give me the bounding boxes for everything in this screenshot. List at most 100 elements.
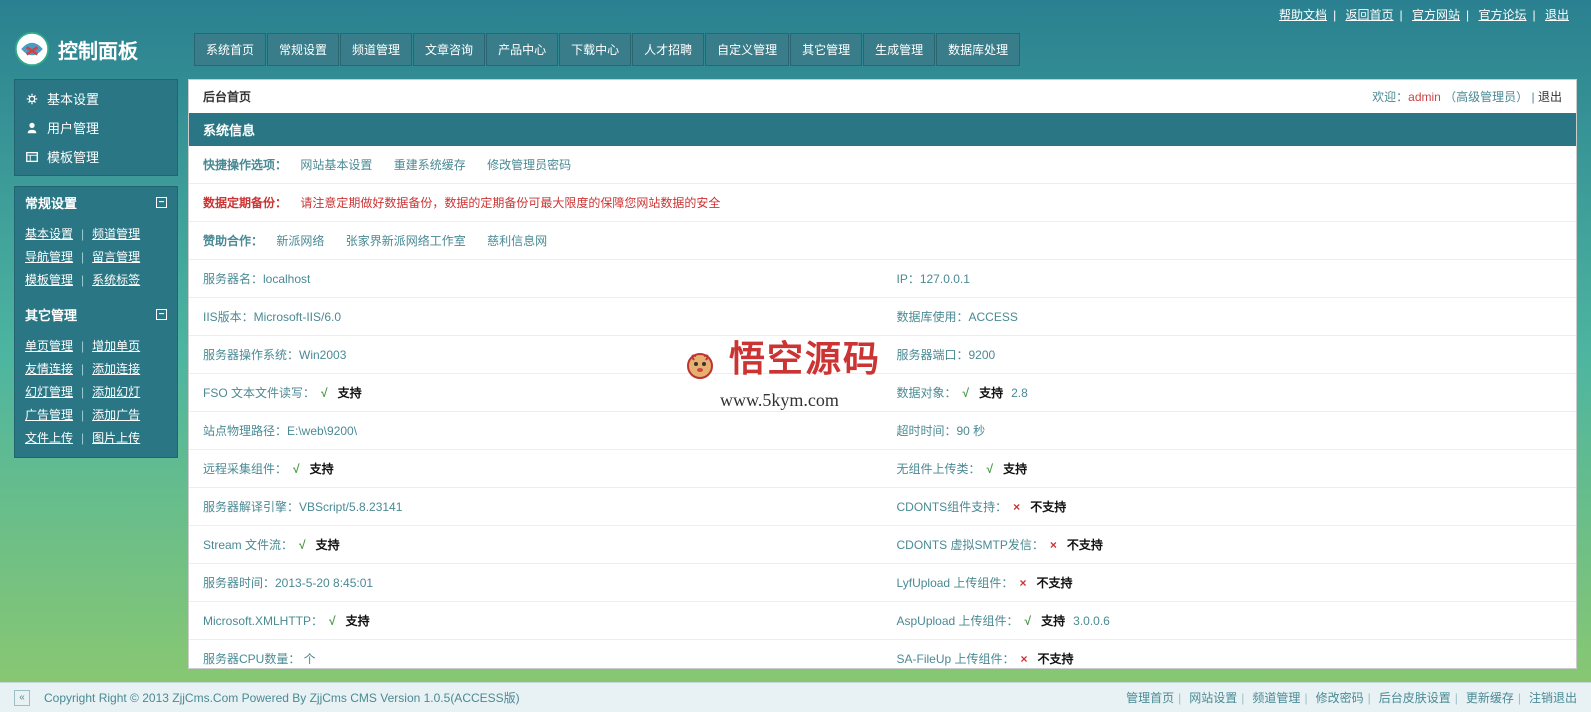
footer-link[interactable]: 频道管理 bbox=[1252, 691, 1300, 705]
sidebar-link[interactable]: 添加幻灯 bbox=[92, 383, 140, 400]
sidebar-collapse-button[interactable]: « bbox=[14, 690, 30, 706]
sidebar-link[interactable]: 增加单页 bbox=[92, 337, 140, 354]
backup-row: 数据定期备份： 请注意定期做好数据备份，数据的定期备份可最大限度的保障您网站数据… bbox=[189, 184, 1576, 222]
footer-link[interactable]: 修改密码 bbox=[1316, 691, 1364, 705]
sponsor-link[interactable]: 新派网络 bbox=[276, 234, 324, 248]
breadcrumb: 后台首页 欢迎：admin （高级管理员） | 退出 bbox=[189, 80, 1576, 113]
sidebar-link-row: 广告管理|添加广告 bbox=[25, 403, 167, 426]
sidebar-link[interactable]: 单页管理 bbox=[25, 337, 73, 354]
sysinfo-cell: 服务器名：localhost bbox=[189, 260, 883, 297]
sysinfo-row: Stream 文件流：√支持CDONTS 虚拟SMTP发信：×不支持 bbox=[189, 526, 1576, 564]
sidebar-top-item[interactable]: 基本设置 bbox=[15, 84, 177, 113]
page-title: 后台首页 bbox=[203, 88, 251, 105]
sysinfo-row: IIS版本：Microsoft-IIS/6.0数据库使用：ACCESS bbox=[189, 298, 1576, 336]
nav-tab[interactable]: 数据库处理 bbox=[936, 33, 1020, 66]
sidebar-link[interactable]: 添加广告 bbox=[92, 406, 140, 423]
footer-link[interactable]: 管理首页 bbox=[1126, 691, 1174, 705]
sidebar-link[interactable]: 友情连接 bbox=[25, 360, 73, 377]
sysinfo-cell: 数据库使用：ACCESS bbox=[883, 298, 1577, 335]
sysinfo-row: 服务器CPU数量： 个SA-FileUp 上传组件：×不支持 bbox=[189, 640, 1576, 669]
sysinfo-row: 服务器操作系统：Win2003服务器端口：9200 bbox=[189, 336, 1576, 374]
sidebar-link[interactable]: 幻灯管理 bbox=[25, 383, 73, 400]
sidebar-link[interactable]: 系统标签 bbox=[92, 271, 140, 288]
nav-tab[interactable]: 其它管理 bbox=[790, 33, 862, 66]
sidebar-link-row: 友情连接|添加连接 bbox=[25, 357, 167, 380]
collapse-icon[interactable]: − bbox=[156, 309, 167, 320]
welcome-label: 欢迎： bbox=[1372, 90, 1408, 104]
footer-links: 管理首页|网站设置|频道管理|修改密码|后台皮肤设置|更新缓存|注销退出 bbox=[1122, 689, 1577, 706]
footer-link[interactable]: 注销退出 bbox=[1529, 691, 1577, 705]
sysinfo-cell: 站点物理路径：E:\web\9200\ bbox=[189, 412, 883, 449]
nav-tabs: 系统首页常规设置频道管理文章咨询产品中心下载中心人才招聘自定义管理其它管理生成管… bbox=[194, 33, 1020, 66]
user-role: （高级管理员） bbox=[1444, 90, 1528, 104]
nav-tab[interactable]: 文章咨询 bbox=[413, 33, 485, 66]
sidebar-link[interactable]: 图片上传 bbox=[92, 429, 140, 446]
sidebar-panel-title: 常规设置 bbox=[25, 193, 77, 212]
sysinfo-row: 服务器时间：2013-5-20 8:45:01LyfUpload 上传组件：×不… bbox=[189, 564, 1576, 602]
sysinfo-row: FSO 文本文件读写：√支持数据对象：√支持2.8 bbox=[189, 374, 1576, 412]
sidebar-link[interactable]: 频道管理 bbox=[92, 225, 140, 242]
nav-tab[interactable]: 频道管理 bbox=[340, 33, 412, 66]
nav-tab[interactable]: 产品中心 bbox=[486, 33, 558, 66]
sidebar-panel-general: 常规设置 − 基本设置|频道管理导航管理|留言管理模板管理|系统标签 其它管理 … bbox=[14, 186, 178, 458]
gear-icon bbox=[25, 92, 39, 106]
collapse-icon[interactable]: − bbox=[156, 197, 167, 208]
top-link-home[interactable]: 返回首页 bbox=[1346, 8, 1394, 22]
sysinfo-cell: 服务器操作系统：Win2003 bbox=[189, 336, 883, 373]
sysinfo-cell: 数据对象：√支持2.8 bbox=[883, 374, 1577, 411]
sysinfo-cell: CDONTS 虚拟SMTP发信：×不支持 bbox=[883, 526, 1577, 563]
sidebar-link[interactable]: 留言管理 bbox=[92, 248, 140, 265]
logo: 控制面板 bbox=[14, 31, 182, 67]
sidebar-top-item[interactable]: 模板管理 bbox=[15, 142, 177, 171]
sidebar-link[interactable]: 添加连接 bbox=[92, 360, 140, 377]
logout-link[interactable]: 退出 bbox=[1538, 90, 1562, 104]
sidebar-link[interactable]: 基本设置 bbox=[25, 225, 73, 242]
sidebar-link-row: 文件上传|图片上传 bbox=[25, 426, 167, 449]
quick-op-link[interactable]: 重建系统缓存 bbox=[394, 158, 466, 172]
logo-text: 控制面板 bbox=[58, 35, 138, 64]
logo-icon bbox=[14, 31, 50, 67]
nav-tab[interactable]: 常规设置 bbox=[267, 33, 339, 66]
quick-op-link[interactable]: 网站基本设置 bbox=[300, 158, 372, 172]
tpl-icon bbox=[25, 150, 39, 164]
sidebar-link-row: 幻灯管理|添加幻灯 bbox=[25, 380, 167, 403]
quick-op-link[interactable]: 修改管理员密码 bbox=[487, 158, 571, 172]
sysinfo-cell: 服务器端口：9200 bbox=[883, 336, 1577, 373]
footer-link[interactable]: 更新缓存 bbox=[1466, 691, 1514, 705]
sidebar-link-row: 导航管理|留言管理 bbox=[25, 245, 167, 268]
sidebar-link[interactable]: 文件上传 bbox=[25, 429, 73, 446]
top-link-site[interactable]: 官方网站 bbox=[1412, 8, 1460, 22]
sysinfo-cell: 服务器解译引擎：VBScript/5.8.23141 bbox=[189, 488, 883, 525]
sidebar-top-item[interactable]: 用户管理 bbox=[15, 113, 177, 142]
nav-tab[interactable]: 生成管理 bbox=[863, 33, 935, 66]
sponsor-link[interactable]: 张家界新派网络工作室 bbox=[346, 234, 466, 248]
sysinfo-cell: SA-FileUp 上传组件：×不支持 bbox=[883, 640, 1577, 669]
user-icon bbox=[25, 121, 39, 135]
footer-link[interactable]: 后台皮肤设置 bbox=[1379, 691, 1451, 705]
footer: « Copyright Right © 2013 ZjjCms.Com Powe… bbox=[0, 682, 1591, 712]
nav-tab[interactable]: 系统首页 bbox=[194, 33, 266, 66]
sidebar-link[interactable]: 导航管理 bbox=[25, 248, 73, 265]
sysinfo-cell: FSO 文本文件读写：√支持 bbox=[189, 374, 883, 411]
sidebar-link[interactable]: 广告管理 bbox=[25, 406, 73, 423]
sysinfo-cell: LyfUpload 上传组件：×不支持 bbox=[883, 564, 1577, 601]
quick-ops-row: 快捷操作选项： 网站基本设置 重建系统缓存 修改管理员密码 bbox=[189, 146, 1576, 184]
sysinfo-cell: 远程采集组件：√支持 bbox=[189, 450, 883, 487]
top-link-help[interactable]: 帮助文档 bbox=[1279, 8, 1327, 22]
sponsor-link[interactable]: 慈利信息网 bbox=[487, 234, 547, 248]
nav-tab[interactable]: 自定义管理 bbox=[705, 33, 789, 66]
sysinfo-row: 站点物理路径：E:\web\9200\超时时间：90 秒 bbox=[189, 412, 1576, 450]
quick-ops-label: 快捷操作选项： bbox=[203, 158, 287, 172]
sidebar-link-row: 模板管理|系统标签 bbox=[25, 268, 167, 291]
top-link-logout[interactable]: 退出 bbox=[1545, 8, 1569, 22]
sidebar-link[interactable]: 模板管理 bbox=[25, 271, 73, 288]
sysinfo-cell: Microsoft.XMLHTTP：√支持 bbox=[189, 602, 883, 639]
top-link-forum[interactable]: 官方论坛 bbox=[1479, 8, 1527, 22]
top-link-bar: 帮助文档| 返回首页| 官方网站| 官方论坛| 退出 bbox=[0, 0, 1591, 29]
sponsor-row: 赞助合作： 新派网络 张家界新派网络工作室 慈利信息网 bbox=[189, 222, 1576, 260]
nav-tab[interactable]: 下载中心 bbox=[559, 33, 631, 66]
footer-link[interactable]: 网站设置 bbox=[1189, 691, 1237, 705]
sidebar-top-block: 基本设置用户管理模板管理 bbox=[14, 79, 178, 176]
nav-tab[interactable]: 人才招聘 bbox=[632, 33, 704, 66]
copyright-text: Copyright Right © 2013 ZjjCms.Com Powere… bbox=[44, 689, 520, 706]
